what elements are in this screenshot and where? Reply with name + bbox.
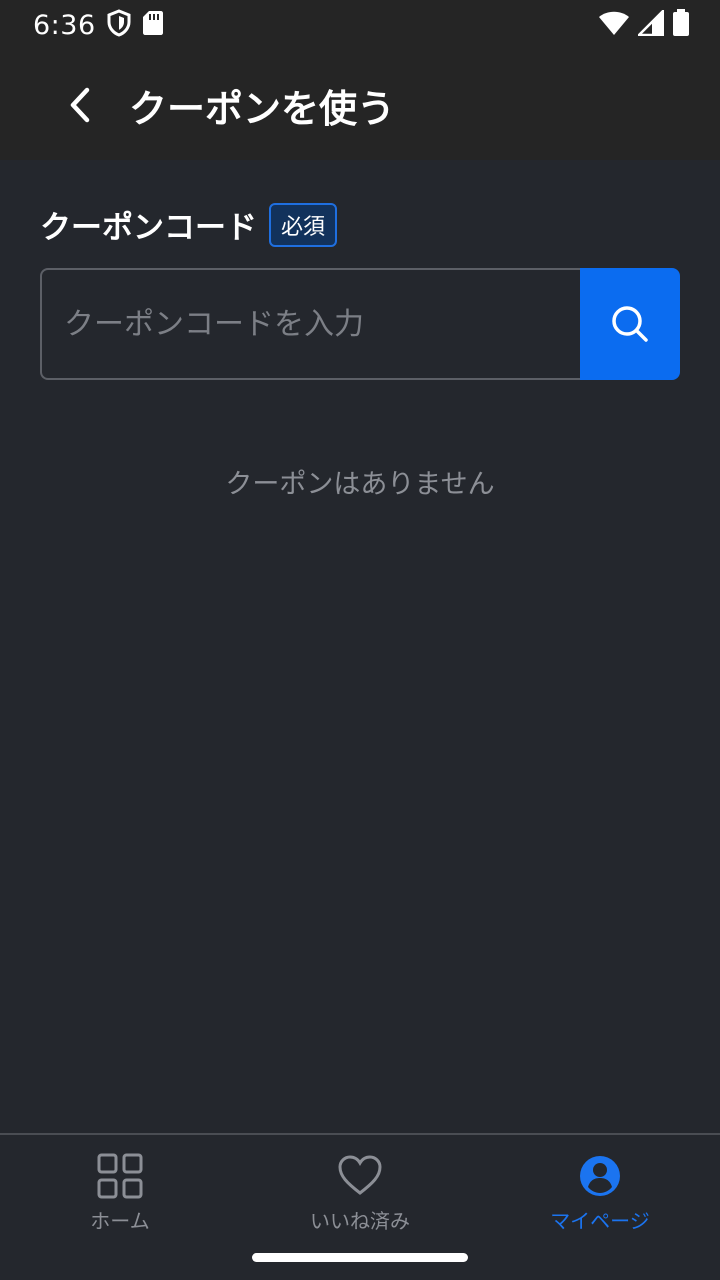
required-badge: 必須: [269, 202, 338, 247]
signal-icon: [635, 7, 665, 40]
search-button[interactable]: [580, 268, 680, 380]
back-button[interactable]: [45, 70, 115, 140]
status-left: 6:36: [33, 9, 164, 41]
nav-item-mypage[interactable]: マイページ: [480, 1135, 720, 1245]
coupon-search-group: [40, 268, 680, 380]
page-title: クーポンを使う: [129, 86, 396, 131]
status-time: 6:36: [33, 9, 96, 41]
nav-label-liked: いいね済み: [310, 1209, 410, 1233]
bottom-nav: ホーム いいね済み マイページ: [0, 1133, 720, 1280]
nav-item-liked[interactable]: いいね済み: [240, 1135, 480, 1245]
bottom-nav-items: ホーム いいね済み マイページ: [0, 1135, 720, 1245]
battery-icon: [672, 9, 690, 41]
status-bar: 6:36: [0, 0, 720, 50]
nav-label-mypage: マイページ: [550, 1209, 650, 1233]
sd-card-icon: [142, 10, 164, 40]
chevron-left-icon: [70, 87, 90, 123]
grid-icon: [97, 1153, 143, 1199]
wifi-icon: [598, 10, 630, 40]
search-icon: [612, 306, 648, 342]
coupon-code-label: クーポンコード: [40, 210, 257, 246]
coupon-code-input[interactable]: [40, 268, 580, 380]
screen: 6:36 クーポンを使う クーポンコード 必須 クーポンコードを入力 クーポンは…: [0, 0, 720, 1280]
nav-label-home: ホーム: [90, 1209, 150, 1233]
home-indicator[interactable]: [252, 1253, 468, 1262]
empty-coupons-message: クーポンはありません: [225, 469, 495, 500]
account-circle-icon: [580, 1156, 620, 1196]
shield-icon: [106, 9, 132, 41]
coupon-label-row: クーポンコード 必須: [40, 202, 338, 247]
heart-icon: [338, 1155, 382, 1195]
nav-item-home[interactable]: ホーム: [0, 1135, 240, 1245]
status-right: [598, 7, 690, 41]
app-bar: クーポンを使う: [0, 50, 720, 160]
